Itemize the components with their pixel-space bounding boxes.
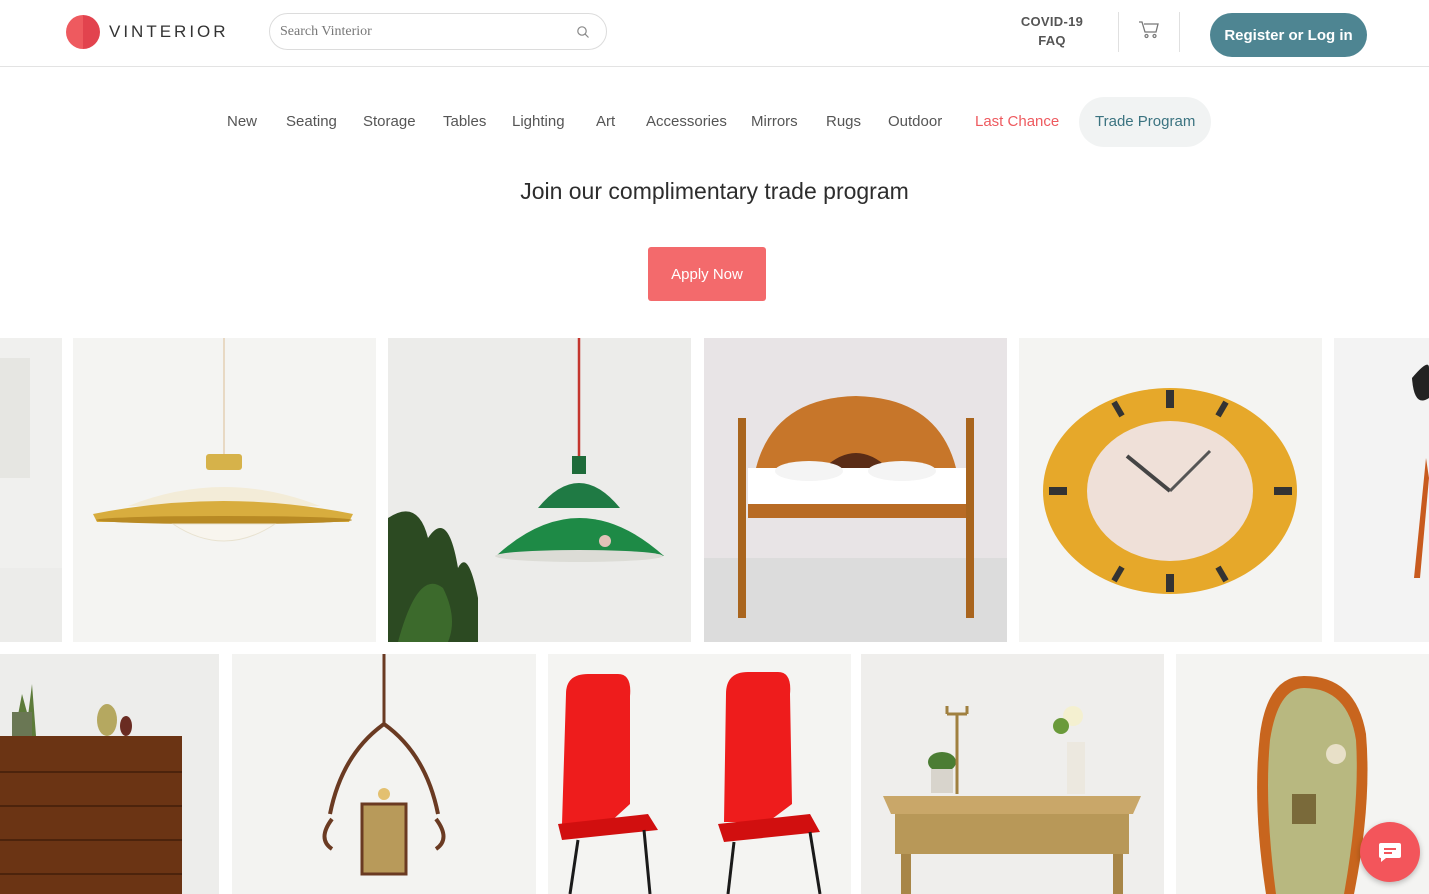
search-input[interactable] [280,14,570,49]
chat-icon [1379,843,1401,862]
product-image [232,654,536,894]
product-tile[interactable] [861,654,1164,894]
product-tile[interactable] [388,338,691,642]
product-tile[interactable] [232,654,536,894]
cart-icon[interactable] [1137,18,1161,40]
product-tile[interactable] [0,338,62,642]
search-icon[interactable] [576,25,590,39]
product-image [0,338,62,642]
product-image [73,338,376,642]
apply-now-button[interactable]: Apply Now [648,247,766,301]
covid-faq-link[interactable]: COVID-19 FAQ [1012,12,1092,50]
site-header: VINTERIOR COVID-19 FAQ Register or Log i… [0,0,1429,67]
nav-item-accessories[interactable]: Accessories [646,97,727,147]
product-tile[interactable] [704,338,1007,642]
covid-label-line2: FAQ [1038,33,1066,48]
product-tile[interactable] [73,338,376,642]
product-image [1019,338,1322,642]
nav-item-new[interactable]: New [227,97,257,147]
hero-title: Join our complimentary trade program [520,178,909,204]
logo-mark-icon [66,15,100,49]
product-image [1334,338,1429,642]
product-image [0,654,219,894]
chat-button[interactable] [1360,822,1420,882]
vinterior-logo[interactable]: VINTERIOR [66,15,229,49]
product-image [861,654,1164,894]
register-login-button[interactable]: Register or Log in [1210,13,1367,57]
nav-item-outdoor[interactable]: Outdoor [888,97,942,147]
product-tile[interactable] [0,654,219,894]
product-tile[interactable] [1019,338,1322,642]
nav-item-trade-program[interactable]: Trade Program [1079,97,1212,147]
nav-item-art[interactable]: Art [596,97,615,147]
search-box [269,13,607,50]
product-image [388,338,691,642]
nav-item-seating[interactable]: Seating [286,97,337,147]
header-divider [1179,12,1180,52]
nav-item-tables[interactable]: Tables [443,97,486,147]
nav-item-last-chance[interactable]: Last Chance [975,97,1059,147]
nav-item-storage[interactable]: Storage [363,97,416,147]
category-nav: New Seating Storage Tables Lighting Art … [0,97,1429,147]
logo-text: VINTERIOR [109,22,229,41]
nav-item-lighting[interactable]: Lighting [512,97,565,147]
product-tile[interactable] [548,654,851,894]
product-image [548,654,851,894]
nav-item-rugs[interactable]: Rugs [826,97,861,147]
header-divider [1118,12,1119,52]
product-image [704,338,1007,642]
covid-label-line1: COVID-19 [1020,14,1084,29]
product-tile[interactable] [1334,338,1429,642]
nav-item-mirrors[interactable]: Mirrors [751,97,798,147]
